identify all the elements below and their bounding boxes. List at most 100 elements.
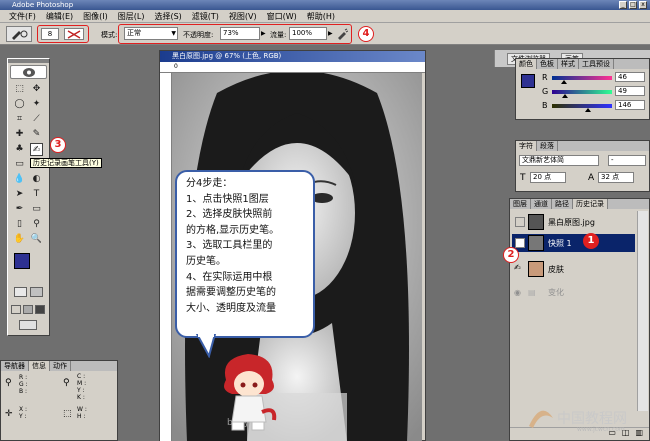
close-button[interactable]: x (639, 1, 647, 9)
lasso-tool-icon[interactable]: ◯ (13, 98, 26, 111)
airbrush-icon[interactable] (336, 28, 348, 40)
menu-file[interactable]: 文件(F) (4, 11, 41, 22)
g-slider[interactable] (552, 90, 612, 94)
magic-wand-tool-icon[interactable]: ✦ (30, 98, 43, 111)
screen-mode-full[interactable] (35, 305, 45, 314)
rgb-readout: R : G : B : (19, 374, 37, 395)
callout-tail (195, 334, 217, 358)
vertical-ruler (160, 73, 172, 441)
tab-actions[interactable]: 动作 (50, 361, 71, 371)
hand-tool-icon[interactable]: ✋ (13, 233, 26, 246)
screen-mode-standard[interactable] (11, 305, 21, 314)
foreground-color-swatch[interactable] (14, 253, 30, 269)
brush-shape-picker[interactable] (64, 28, 84, 40)
history-source-checkbox[interactable] (515, 238, 525, 248)
selection-size-icon: ⬚ (63, 409, 72, 419)
xy-readout: X : Y : (19, 406, 37, 420)
b-slider[interactable] (552, 104, 612, 108)
menu-image[interactable]: 图像(I) (78, 11, 113, 22)
tab-navigator[interactable]: 导航器 (1, 361, 29, 371)
crop-tool-icon[interactable]: ⌗ (13, 113, 26, 126)
pen-tool-icon[interactable]: ✒ (13, 203, 26, 216)
annotation-1-marker: 1 (583, 233, 599, 249)
font-size-value: 20 点 (533, 173, 552, 181)
window-controls: _ □ x (619, 1, 647, 9)
notes-tool-icon[interactable]: ▯ (13, 218, 26, 231)
eraser-tool-icon[interactable]: ▭ (13, 158, 26, 171)
opacity-field[interactable]: 73% (220, 27, 260, 40)
history-source-checkbox[interactable] (515, 217, 525, 227)
r-slider-thumb[interactable] (561, 80, 567, 84)
menu-select[interactable]: 选择(S) (149, 11, 186, 22)
leading-value: 32 点 (601, 173, 620, 181)
dodge-tool-icon[interactable]: ◐ (30, 173, 43, 186)
menu-filter[interactable]: 滤镜(T) (187, 11, 224, 22)
flow-arrow-icon[interactable]: ▶ (328, 30, 333, 37)
menu-layer[interactable]: 图层(L) (113, 11, 150, 22)
tab-color[interactable]: 颜色 (516, 59, 537, 69)
blur-tool-icon[interactable]: 💧 (13, 173, 26, 186)
brush-tool-icon[interactable]: ✎ (30, 128, 43, 141)
b-field[interactable]: 146 (615, 100, 645, 110)
maximize-button[interactable]: □ (629, 1, 637, 9)
brush-size-preview[interactable]: 8 (41, 28, 59, 40)
shape-tool-icon[interactable]: ▭ (30, 203, 43, 216)
menu-help[interactable]: 帮助(H) (302, 11, 340, 22)
tab-tool-presets[interactable]: 工具预设 (579, 59, 614, 69)
minimize-button[interactable]: _ (619, 1, 627, 9)
tab-history[interactable]: 历史记录 (573, 199, 608, 209)
menu-view[interactable]: 视图(V) (224, 11, 262, 22)
type-tool-icon[interactable]: T (30, 188, 43, 201)
menu-window[interactable]: 窗口(W) (262, 11, 302, 22)
menu-edit[interactable]: 编辑(E) (41, 11, 78, 22)
tab-channels[interactable]: 通道 (531, 199, 552, 209)
g-slider-thumb[interactable] (562, 94, 568, 98)
healing-brush-tool-icon[interactable]: ✚ (13, 128, 26, 141)
history-snapshot-1[interactable]: 快照 1 (512, 234, 635, 252)
history-scrollbar[interactable] (637, 211, 648, 411)
zoom-tool-icon[interactable]: 🔍 (30, 233, 43, 246)
history-snapshot-original[interactable]: 黑白原图.jpg (512, 213, 640, 231)
r-field[interactable]: 46 (615, 72, 645, 82)
tab-character[interactable]: 字符 (516, 141, 537, 151)
callout-line: 大小、透明度及流量 (186, 302, 276, 314)
b-slider-thumb[interactable] (585, 108, 591, 112)
eyedropper-tool-icon[interactable]: ⚲ (30, 218, 43, 231)
tab-styles[interactable]: 样式 (558, 59, 579, 69)
font-style-select[interactable]: - (608, 155, 646, 166)
instruction-callout: 分4步走： 1、点击快照1图层 2、选择皮肤快照前 的方格,显示历史笔。 3、选… (175, 170, 315, 338)
screen-mode-full-menu[interactable] (23, 305, 33, 314)
jump-to-imageready-button[interactable] (19, 320, 37, 330)
callout-text: 分4步走： 1、点击快照1图层 2、选择皮肤快照前 的方格,显示历史笔。 3、选… (177, 172, 313, 316)
history-brush-tool-icon[interactable]: ✍ (30, 143, 43, 156)
tab-paths[interactable]: 路径 (552, 199, 573, 209)
g-field[interactable]: 49 (615, 86, 645, 96)
tab-paragraph[interactable]: 段落 (537, 141, 558, 151)
opacity-arrow-icon[interactable]: ▶ (261, 30, 266, 37)
color-foreground-swatch[interactable] (521, 74, 535, 88)
history-brush-source-icon[interactable]: ✍ (514, 263, 526, 275)
toolbox-grip[interactable] (8, 59, 49, 63)
clone-stamp-tool-icon[interactable]: ♣ (13, 143, 26, 156)
tool-tooltip: 历史记录画笔工具(Y) (30, 158, 102, 168)
watermark-url: www.jcwcn.com (577, 426, 625, 433)
adobe-online-button[interactable] (10, 65, 47, 79)
standard-mode-button[interactable] (14, 287, 27, 297)
flow-field[interactable]: 100% (289, 27, 327, 40)
tab-swatches[interactable]: 色板 (537, 59, 558, 69)
tab-layers[interactable]: 图层 (510, 199, 531, 209)
font-size-field[interactable]: 20 点 (530, 172, 566, 183)
mode-select[interactable]: 正常 ▼ (124, 27, 178, 40)
tool-preset-picker[interactable] (6, 26, 32, 42)
font-family-select[interactable]: 文鼎新艺体简 (519, 155, 599, 166)
tab-info[interactable]: 信息 (29, 361, 50, 371)
history-snapshot-skin[interactable]: ✍ 皮肤 (512, 260, 640, 278)
marquee-tool-icon[interactable]: ⬚ (13, 83, 26, 96)
slice-tool-icon[interactable]: ⟋ (30, 113, 43, 126)
path-selection-tool-icon[interactable]: ➤ (13, 188, 26, 201)
leading-field[interactable]: 32 点 (598, 172, 634, 183)
history-state-change[interactable]: ◉ ▤ 变化 (512, 283, 640, 301)
move-tool-icon[interactable]: ✥ (30, 83, 43, 96)
quick-mask-button[interactable] (30, 287, 43, 297)
mode-value: 正常 (127, 29, 141, 37)
